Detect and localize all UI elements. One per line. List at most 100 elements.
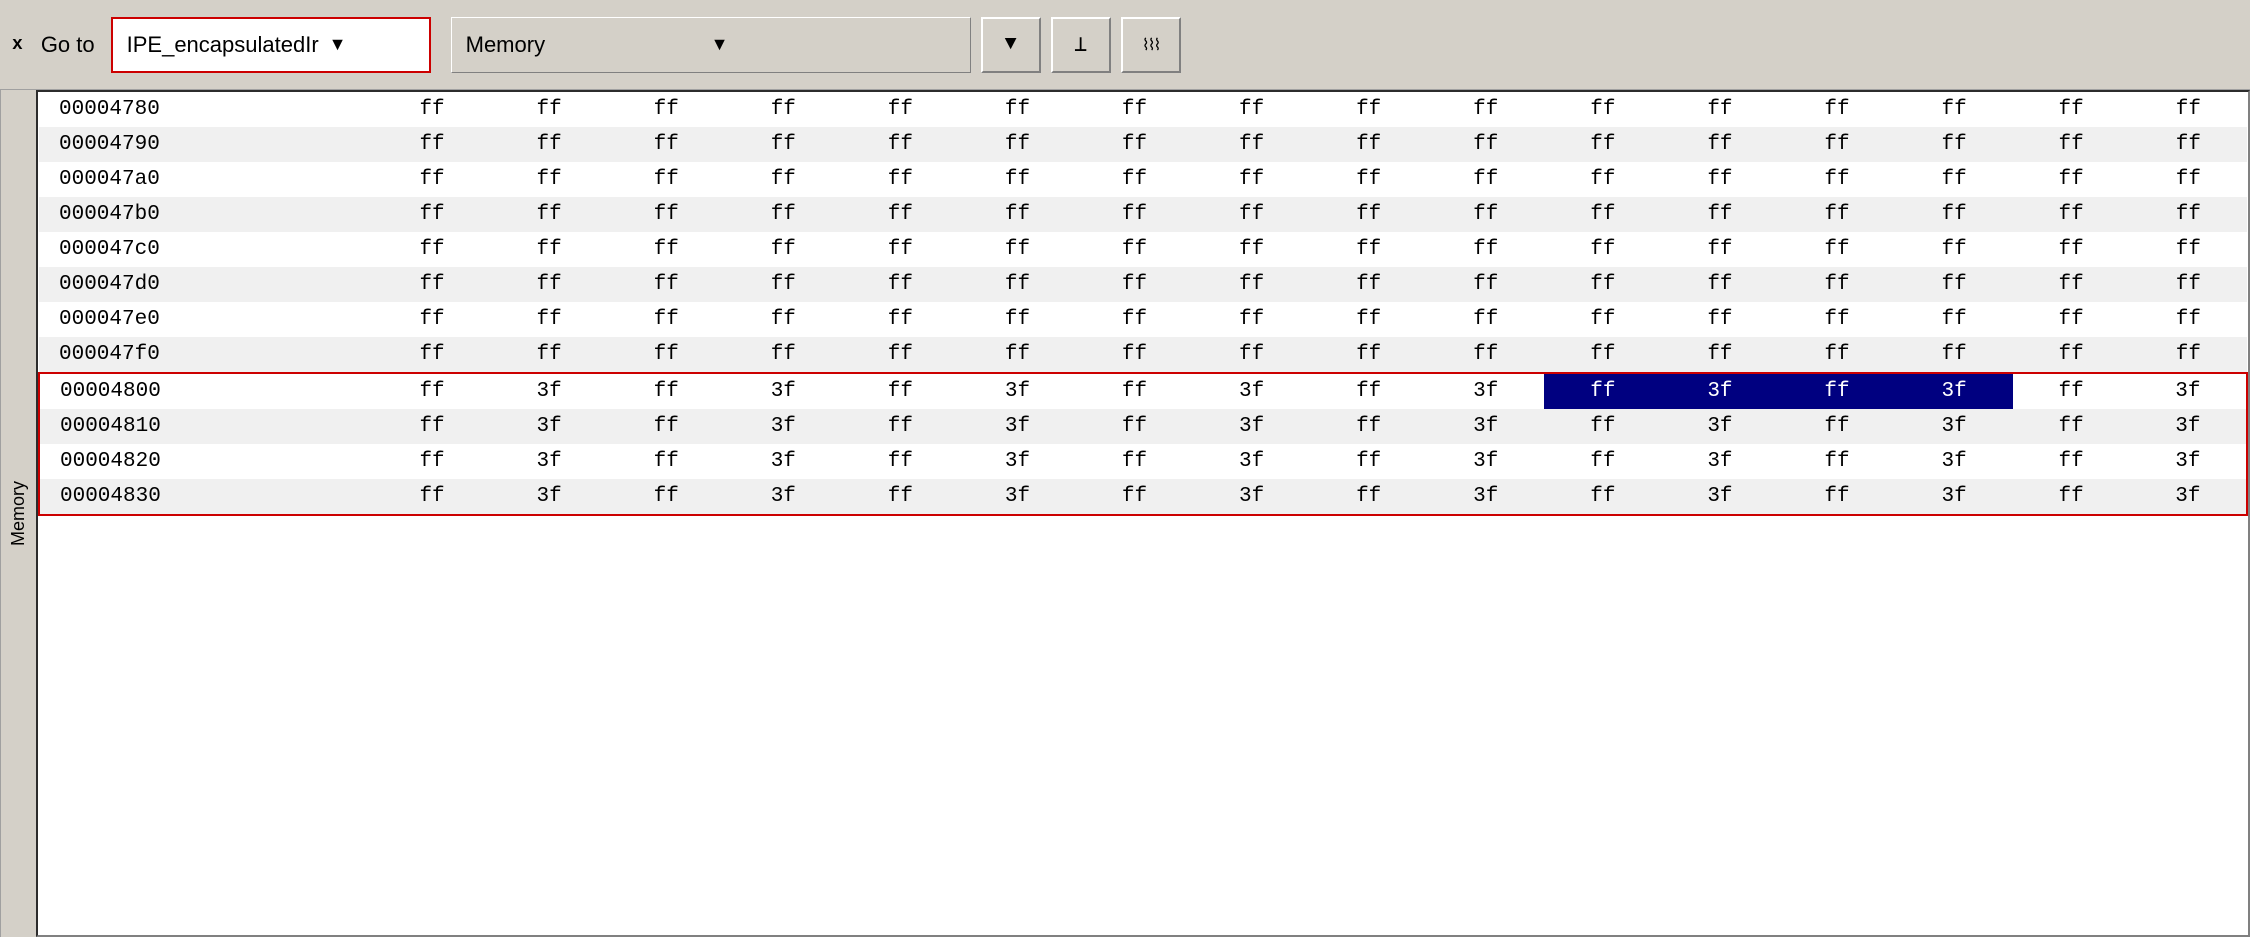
hex-cell[interactable]: ff xyxy=(491,267,608,302)
hex-cell[interactable]: 3f xyxy=(959,409,1076,444)
hex-cell[interactable]: ff xyxy=(842,444,959,479)
hex-cell[interactable]: ff xyxy=(1310,232,1427,267)
hex-cell[interactable]: ff xyxy=(2013,337,2130,373)
hex-cell[interactable]: ff xyxy=(1193,337,1310,373)
ipe-dropdown[interactable]: IPE_encapsulatedIr ▼ xyxy=(111,17,431,73)
hex-cell[interactable]: ff xyxy=(1427,267,1544,302)
hex-cell[interactable]: ff xyxy=(1778,162,1895,197)
hex-cell[interactable]: ff xyxy=(2013,197,2130,232)
hex-cell[interactable]: ff xyxy=(1310,92,1427,127)
hex-cell[interactable]: ff xyxy=(1544,337,1661,373)
hex-cell[interactable]: 3f xyxy=(1661,373,1778,409)
hex-cell[interactable]: ff xyxy=(1661,337,1778,373)
hex-cell[interactable]: ff xyxy=(1896,92,2013,127)
hex-cell[interactable]: 3f xyxy=(725,479,842,515)
hex-cell[interactable]: ff xyxy=(2130,232,2247,267)
hex-cell[interactable]: 3f xyxy=(1661,409,1778,444)
hex-cell[interactable]: ff xyxy=(1661,302,1778,337)
hex-cell[interactable]: ff xyxy=(959,197,1076,232)
hex-cell[interactable]: ff xyxy=(1427,162,1544,197)
hex-cell[interactable]: ff xyxy=(842,302,959,337)
hex-cell[interactable]: ff xyxy=(2013,267,2130,302)
hex-cell[interactable]: ff xyxy=(608,409,725,444)
hex-cell[interactable]: ff xyxy=(1544,373,1661,409)
step-button[interactable]: ⊥ xyxy=(1051,17,1111,73)
hex-cell[interactable]: ff xyxy=(842,92,959,127)
hex-cell[interactable]: ff xyxy=(608,162,725,197)
hex-cell[interactable]: ff xyxy=(1076,127,1193,162)
hex-cell[interactable]: ff xyxy=(725,232,842,267)
hex-cell[interactable]: ff xyxy=(608,92,725,127)
hex-cell[interactable]: ff xyxy=(1193,267,1310,302)
hex-cell[interactable]: ff xyxy=(725,267,842,302)
hex-cell[interactable]: 3f xyxy=(1661,444,1778,479)
hex-cell[interactable]: ff xyxy=(1778,127,1895,162)
hex-cell[interactable]: 3f xyxy=(1427,409,1544,444)
hex-cell[interactable]: ff xyxy=(959,267,1076,302)
hex-cell[interactable]: ff xyxy=(1661,232,1778,267)
hex-cell[interactable]: ff xyxy=(1896,337,2013,373)
hex-cell[interactable]: ff xyxy=(1076,479,1193,515)
hex-cell[interactable]: ff xyxy=(1427,127,1544,162)
hex-cell[interactable]: 3f xyxy=(725,444,842,479)
hex-cell[interactable]: ff xyxy=(2013,232,2130,267)
hex-cell[interactable]: ff xyxy=(608,127,725,162)
hex-cell[interactable]: ff xyxy=(1544,162,1661,197)
hex-cell[interactable]: ff xyxy=(725,302,842,337)
hex-cell[interactable]: ff xyxy=(2130,267,2247,302)
hex-cell[interactable]: ff xyxy=(2013,127,2130,162)
hex-cell[interactable]: 3f xyxy=(959,373,1076,409)
hex-cell[interactable]: ff xyxy=(608,267,725,302)
hex-cell[interactable]: ff xyxy=(2013,479,2130,515)
hex-cell[interactable]: ff xyxy=(491,302,608,337)
hex-cell[interactable]: ff xyxy=(1310,162,1427,197)
hex-cell[interactable]: 3f xyxy=(959,444,1076,479)
hex-cell[interactable]: 3f xyxy=(491,479,608,515)
hex-cell[interactable]: ff xyxy=(1076,92,1193,127)
hex-cell[interactable]: ff xyxy=(842,409,959,444)
hex-cell[interactable]: ff xyxy=(1896,267,2013,302)
hex-cell[interactable]: ff xyxy=(1896,162,2013,197)
hex-cell[interactable]: ff xyxy=(842,373,959,409)
hex-cell[interactable]: ff xyxy=(374,479,491,515)
hex-cell[interactable]: ff xyxy=(1544,479,1661,515)
hex-cell[interactable]: ff xyxy=(2130,127,2247,162)
hex-cell[interactable]: ff xyxy=(2013,373,2130,409)
hex-cell[interactable]: ff xyxy=(1427,337,1544,373)
hex-cell[interactable]: ff xyxy=(1896,197,2013,232)
hex-cell[interactable]: ff xyxy=(842,127,959,162)
hex-cell[interactable]: ff xyxy=(1310,337,1427,373)
hex-cell[interactable]: ff xyxy=(491,92,608,127)
hex-cell[interactable]: 3f xyxy=(959,479,1076,515)
hex-cell[interactable]: ff xyxy=(1778,337,1895,373)
hex-cell[interactable]: ff xyxy=(608,373,725,409)
hex-cell[interactable]: ff xyxy=(1544,127,1661,162)
hex-cell[interactable]: ff xyxy=(1778,479,1895,515)
hex-cell[interactable]: 3f xyxy=(1896,444,2013,479)
hex-cell[interactable]: ff xyxy=(491,197,608,232)
hex-cell[interactable]: ff xyxy=(374,302,491,337)
hex-cell[interactable]: ff xyxy=(1427,197,1544,232)
hex-cell[interactable]: ff xyxy=(725,92,842,127)
hex-cell[interactable]: ff xyxy=(1427,232,1544,267)
hex-view[interactable]: 00004780ffffffffffffffffffffffffffffffff… xyxy=(36,90,2250,937)
hex-cell[interactable]: ff xyxy=(491,162,608,197)
hex-cell[interactable]: ff xyxy=(2013,409,2130,444)
hex-cell[interactable]: ff xyxy=(1778,373,1895,409)
hex-cell[interactable]: ff xyxy=(374,409,491,444)
hex-cell[interactable]: 3f xyxy=(2130,479,2247,515)
hex-cell[interactable]: ff xyxy=(1193,232,1310,267)
hex-cell[interactable]: ff xyxy=(725,162,842,197)
hex-cell[interactable]: ff xyxy=(1544,409,1661,444)
hex-cell[interactable]: ff xyxy=(2013,444,2130,479)
hex-cell[interactable]: 3f xyxy=(491,373,608,409)
hex-cell[interactable]: ff xyxy=(1661,197,1778,232)
hex-cell[interactable]: ff xyxy=(1661,162,1778,197)
hex-cell[interactable]: ff xyxy=(491,127,608,162)
hex-cell[interactable]: ff xyxy=(1427,92,1544,127)
hex-cell[interactable]: ff xyxy=(959,92,1076,127)
signal-button[interactable]: ⌇⌇⌇ xyxy=(1121,17,1181,73)
hex-cell[interactable]: 3f xyxy=(2130,409,2247,444)
hex-cell[interactable]: 3f xyxy=(2130,373,2247,409)
hex-cell[interactable]: 3f xyxy=(1427,373,1544,409)
